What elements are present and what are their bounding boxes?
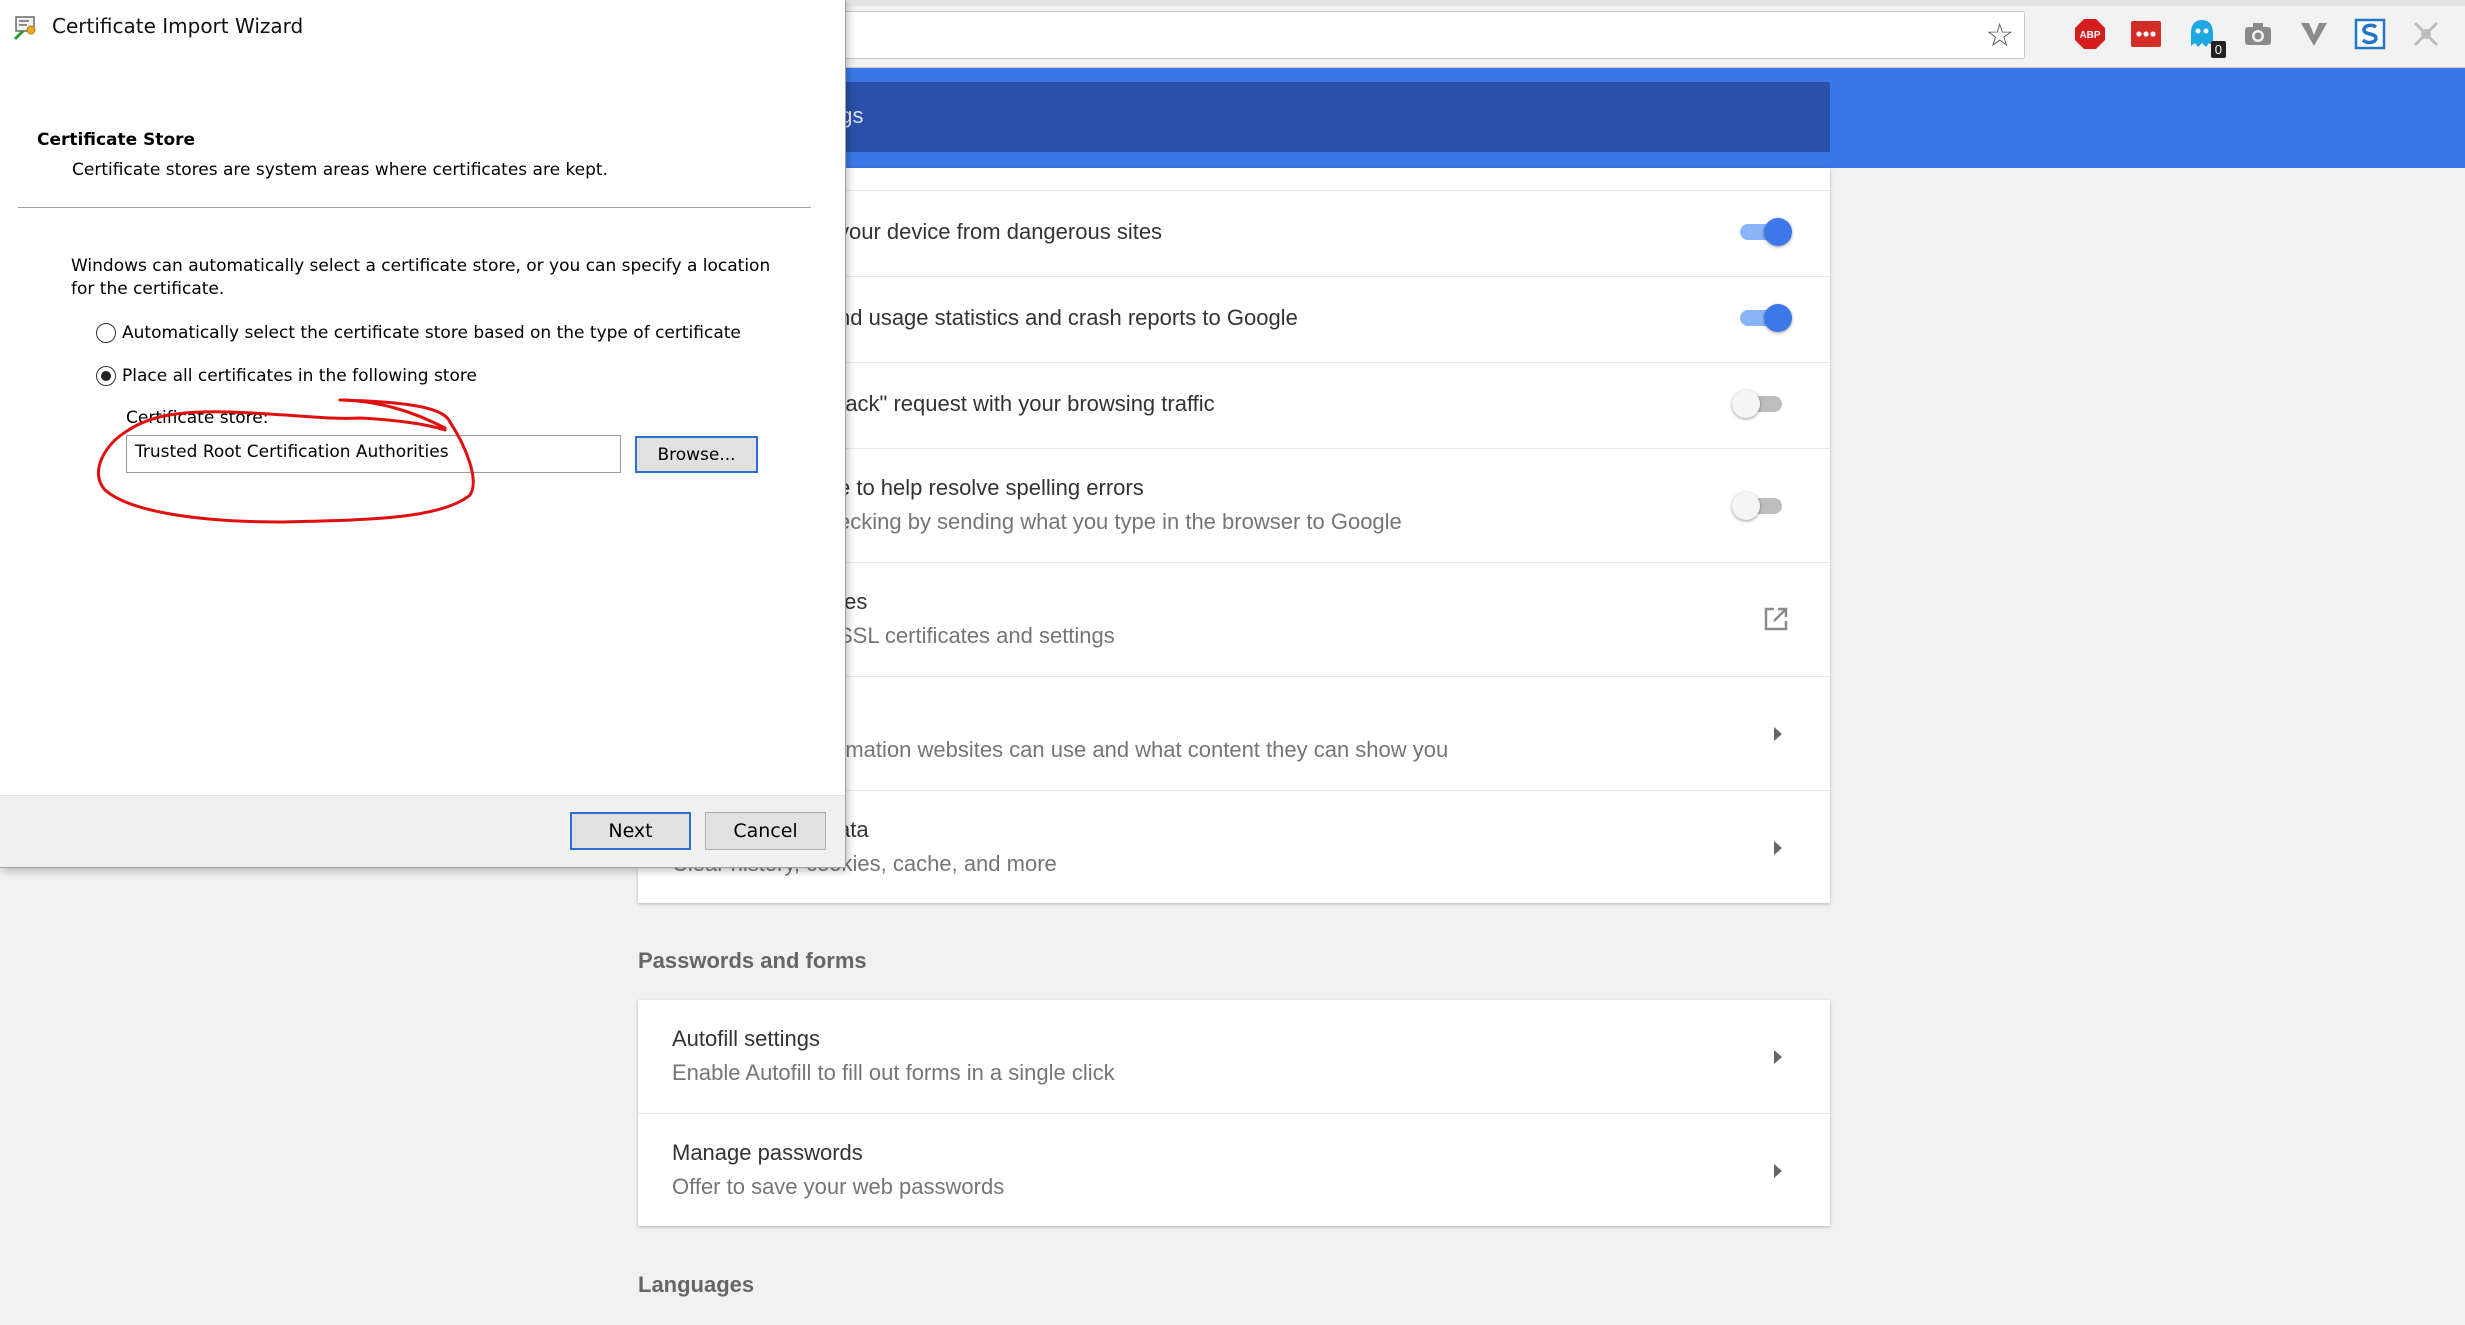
- ghostery-badge: 0: [2210, 41, 2226, 58]
- lastpass-icon[interactable]: [2128, 16, 2164, 52]
- certificate-store-field[interactable]: Trusted Root Certification Authorities: [126, 435, 621, 473]
- wizard-subheading: Certificate stores are system areas wher…: [72, 160, 609, 180]
- row-title: rack" request with your browsing traffic: [838, 391, 1215, 416]
- settings-row-autofill[interactable]: Autofill settings Enable Autofill to fil…: [638, 1000, 1830, 1113]
- row-subtitle: Offer to save your web passwords: [672, 1174, 1005, 1199]
- address-bar[interactable]: ☆: [830, 11, 2025, 59]
- puzzle-icon[interactable]: [2408, 16, 2444, 52]
- row-subtitle: rmation websites can use and what conten…: [838, 737, 1449, 762]
- chevron-right-icon: [1774, 841, 1782, 855]
- row-title: e to help resolve spelling errors: [838, 475, 1144, 500]
- browse-button[interactable]: Browse...: [635, 436, 758, 473]
- certificate-icon: [13, 16, 36, 41]
- radio-auto-select-store[interactable]: Automatically select the certificate sto…: [96, 323, 741, 343]
- chevron-right-icon: [1774, 1050, 1782, 1064]
- chevron-right-icon: [1774, 1164, 1782, 1178]
- s-extension-icon[interactable]: [2352, 16, 2388, 52]
- row-title: Autofill settings: [672, 1026, 820, 1051]
- ghostery-icon[interactable]: 0: [2184, 16, 2226, 58]
- row-title: Manage passwords: [672, 1140, 863, 1165]
- radio-label: Place all certificates in the following …: [122, 366, 477, 386]
- radio-button[interactable]: [96, 323, 116, 343]
- row-subtitle: SSL certificates and settings: [838, 623, 1115, 648]
- radio-button[interactable]: [96, 366, 116, 386]
- section-heading-passwords: Passwords and forms: [638, 948, 867, 973]
- wizard-heading: Certificate Store: [37, 130, 196, 150]
- external-link-icon[interactable]: [1762, 605, 1790, 633]
- chevron-right-icon: [1774, 727, 1782, 741]
- toggle-switch[interactable]: [1736, 217, 1792, 246]
- certificate-store-label: Certificate store:: [126, 408, 269, 428]
- wizard-title: Certificate Import Wizard: [52, 14, 304, 38]
- wizard-description: Windows can automatically select a certi…: [71, 256, 771, 299]
- radio-label: Automatically select the certificate sto…: [122, 323, 741, 343]
- vivaldi-icon[interactable]: [2296, 16, 2332, 52]
- toggle-switch[interactable]: [1732, 491, 1784, 520]
- cancel-button[interactable]: Cancel: [705, 812, 826, 850]
- wizard-titlebar[interactable]: Certificate Import Wizard: [0, 0, 845, 52]
- toggle-switch[interactable]: [1736, 303, 1792, 332]
- row-subtitle: Enable Autofill to fill out forms in a s…: [672, 1060, 1115, 1085]
- certificate-import-wizard: Certificate Import Wizard Certificate St…: [0, 0, 846, 868]
- next-button[interactable]: Next: [570, 812, 691, 850]
- row-title: your device from dangerous sites: [838, 219, 1163, 244]
- settings-row-manage-passwords[interactable]: Manage passwords Offer to save your web …: [638, 1113, 1830, 1226]
- adblock-label: ABP: [2079, 30, 2100, 41]
- camera-icon[interactable]: [2240, 16, 2276, 52]
- adblock-plus-icon[interactable]: ABP: [2072, 16, 2108, 52]
- row-subtitle: ecking by sending what you type in the b…: [838, 509, 1402, 534]
- row-title: nd usage statistics and crash reports to…: [838, 305, 1298, 330]
- radio-place-in-store[interactable]: Place all certificates in the following …: [96, 366, 477, 386]
- section-heading-languages: Languages: [638, 1272, 755, 1297]
- passwords-card: Autofill settings Enable Autofill to fil…: [638, 1000, 1830, 1226]
- toggle-switch[interactable]: [1732, 389, 1784, 418]
- divider: [18, 207, 811, 208]
- bookmark-star-icon[interactable]: ☆: [1985, 19, 2014, 51]
